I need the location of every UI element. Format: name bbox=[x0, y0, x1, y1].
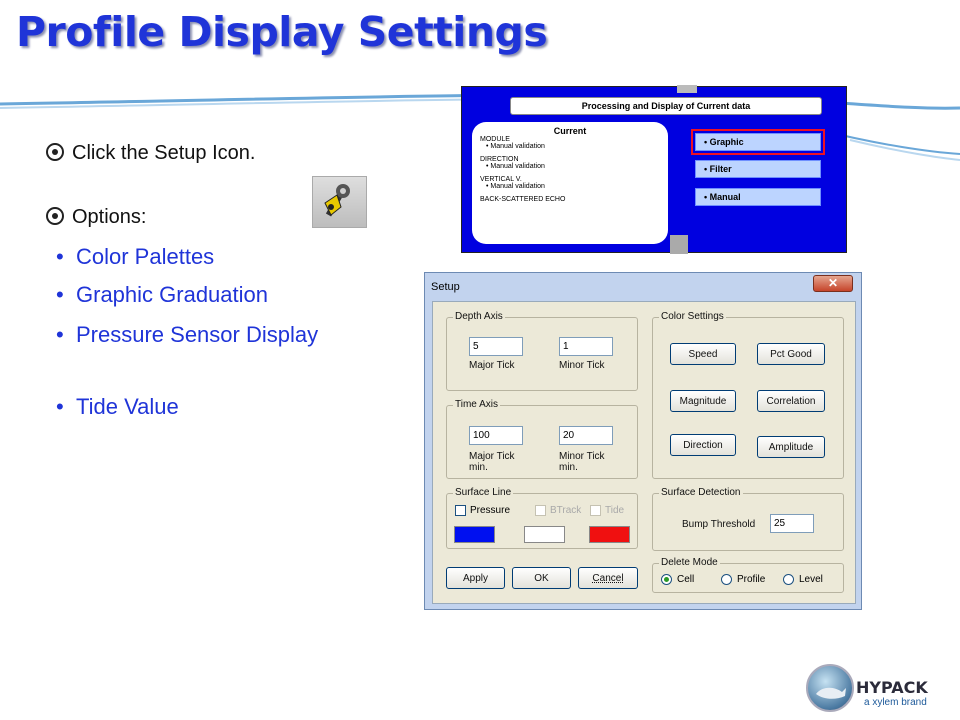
group-label: Surface Line bbox=[453, 487, 514, 498]
ok-button[interactable]: OK bbox=[512, 567, 571, 589]
section-heading: MODULE bbox=[480, 136, 510, 143]
hypack-logo-icon bbox=[806, 664, 854, 712]
color-settings-group: Color Settings Speed Pct Good Magnitude … bbox=[652, 311, 844, 479]
current-title: Current bbox=[553, 126, 587, 136]
minor-unit-label: min. bbox=[559, 462, 578, 473]
arrow-connector bbox=[677, 85, 697, 93]
delete-mode-level-radio[interactable]: Level bbox=[783, 574, 823, 585]
delete-mode-profile-radio[interactable]: Profile bbox=[721, 574, 765, 585]
option-item: • Pressure Sensor Display bbox=[56, 322, 319, 347]
logo-tagline: a xylem brand bbox=[864, 697, 927, 708]
target-bullet-icon bbox=[46, 207, 64, 225]
option-item: • Color Palettes bbox=[56, 244, 215, 269]
depth-major-tick-input[interactable] bbox=[469, 337, 523, 356]
bump-threshold-input[interactable] bbox=[770, 514, 814, 533]
option-graphic[interactable]: • Graphic bbox=[691, 129, 825, 155]
processing-display-window: Processing and Display of Current data C… bbox=[461, 85, 847, 254]
correlation-color-button[interactable]: Correlation bbox=[757, 390, 825, 412]
btrack-checkbox[interactable]: BTrack bbox=[535, 505, 581, 516]
delete-mode-group: Delete Mode Cell Profile Level bbox=[652, 557, 844, 593]
speed-color-button[interactable]: Speed bbox=[670, 343, 736, 365]
group-label: Depth Axis bbox=[453, 311, 505, 322]
tide-color-swatch[interactable] bbox=[589, 526, 630, 543]
dialog-body: Depth Axis Major Tick Minor Tick Time Ax… bbox=[432, 301, 856, 604]
pressure-checkbox[interactable]: Pressure bbox=[455, 505, 510, 516]
section-heading: DIRECTION bbox=[480, 156, 519, 163]
logo-name: HYPACK bbox=[856, 678, 928, 697]
option-filter[interactable]: • Filter bbox=[695, 160, 821, 178]
section-value: • Manual validation bbox=[486, 183, 545, 190]
pressure-color-swatch[interactable] bbox=[454, 526, 495, 543]
checkbox-box bbox=[535, 505, 546, 516]
setup-dialog: Setup ✕ Depth Axis Major Tick Minor Tick… bbox=[424, 272, 862, 610]
btrack-color-swatch[interactable] bbox=[524, 526, 565, 543]
tide-checkbox[interactable]: Tide bbox=[590, 505, 624, 516]
group-label: Delete Mode bbox=[659, 557, 720, 568]
bullet-click-setup: Click the Setup Icon. bbox=[46, 142, 346, 165]
bullet-options: Options: bbox=[46, 206, 346, 229]
surface-line-group: Surface Line Pressure BTrack Tide bbox=[446, 487, 638, 549]
delete-mode-cell-radio[interactable]: Cell bbox=[661, 574, 694, 585]
major-unit-label: min. bbox=[469, 462, 488, 473]
minor-tick-label: Minor Tick bbox=[559, 360, 605, 371]
depth-axis-group: Depth Axis Major Tick Minor Tick bbox=[446, 311, 638, 391]
processing-header: Processing and Display of Current data bbox=[510, 97, 822, 115]
target-bullet-icon bbox=[46, 143, 64, 161]
section-value: • Manual validation bbox=[486, 143, 545, 150]
time-axis-group: Time Axis Major Tick Minor Tick min. min… bbox=[446, 399, 638, 479]
radio-circle bbox=[783, 574, 794, 585]
minor-tick-label: Minor Tick bbox=[559, 451, 605, 462]
direction-color-button[interactable]: Direction bbox=[670, 434, 736, 456]
option-item: • Tide Value bbox=[56, 394, 179, 419]
option-manual[interactable]: • Manual bbox=[695, 188, 821, 206]
group-label: Color Settings bbox=[659, 311, 726, 322]
slide-title: Profile Display Settings bbox=[16, 8, 548, 56]
magnitude-color-button[interactable]: Magnitude bbox=[670, 390, 736, 412]
section-value: • Manual validation bbox=[486, 163, 545, 170]
section-heading: BACK-SCATTERED ECHO bbox=[480, 196, 566, 203]
radio-circle bbox=[661, 574, 672, 585]
group-label: Surface Detection bbox=[659, 487, 743, 498]
surface-detection-group: Surface Detection Bump Threshold bbox=[652, 487, 844, 551]
bullet-text: Click the Setup Icon. bbox=[72, 142, 256, 164]
dialog-title: Setup bbox=[431, 281, 460, 293]
time-major-tick-input[interactable] bbox=[469, 426, 523, 445]
radio-circle bbox=[721, 574, 732, 585]
wrench-tools-icon bbox=[324, 184, 350, 217]
section-heading: VERTICAL V. bbox=[480, 176, 522, 183]
group-label: Time Axis bbox=[453, 399, 500, 410]
setup-icon[interactable] bbox=[312, 176, 367, 228]
option-item: • Graphic Graduation bbox=[56, 282, 268, 307]
depth-minor-tick-input[interactable] bbox=[559, 337, 613, 356]
checkbox-box bbox=[455, 505, 466, 516]
bullet-text: Options: bbox=[72, 206, 147, 228]
amplitude-color-button[interactable]: Amplitude bbox=[757, 436, 825, 458]
whale-icon bbox=[816, 687, 846, 699]
cancel-button[interactable]: Cancel bbox=[578, 567, 638, 589]
current-panel: Current MODULE • Manual validation DIREC… bbox=[472, 122, 668, 244]
major-tick-label: Major Tick bbox=[469, 451, 515, 462]
apply-button[interactable]: Apply bbox=[446, 567, 505, 589]
bump-threshold-label: Bump Threshold bbox=[682, 519, 756, 530]
time-minor-tick-input[interactable] bbox=[559, 426, 613, 445]
checkbox-box bbox=[590, 505, 601, 516]
scroll-block bbox=[670, 235, 688, 254]
pct-good-color-button[interactable]: Pct Good bbox=[757, 343, 825, 365]
major-tick-label: Major Tick bbox=[469, 360, 515, 371]
close-button[interactable]: ✕ bbox=[813, 275, 853, 292]
